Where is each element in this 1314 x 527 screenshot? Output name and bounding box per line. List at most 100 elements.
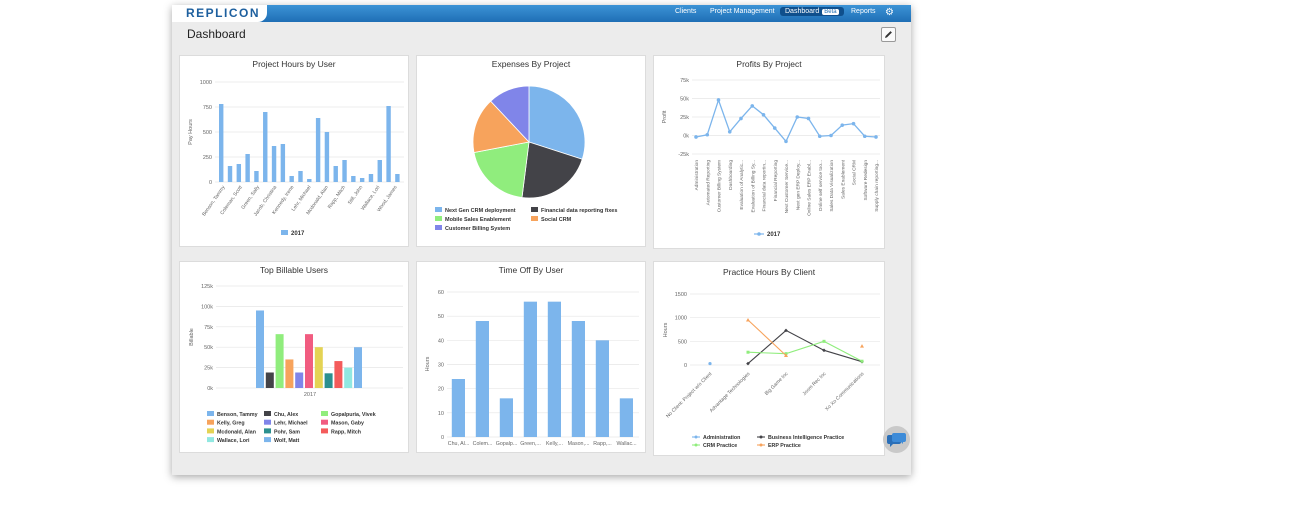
legend-label: ERP Practice <box>768 443 801 449</box>
bar <box>351 176 356 182</box>
nav-project-management[interactable]: Project Management <box>710 8 775 15</box>
bar <box>359 178 365 182</box>
bar <box>271 146 277 182</box>
x-tick-label: Online self service too... <box>818 160 824 211</box>
bar <box>236 164 242 182</box>
top-nav-bar: REPLICON Clients Project Management Dash… <box>172 5 911 22</box>
nav-clients[interactable]: Clients <box>675 8 696 15</box>
project-hours-card: Project Hours by User 0 250 500 750 1000 Pay … <box>179 55 409 247</box>
legend-swatch <box>207 419 214 425</box>
x-tick-label: Evaluation of Analytic... <box>739 160 745 210</box>
data-point <box>851 121 856 126</box>
nav-dashboard-label: Dashboard <box>785 8 820 15</box>
top-billable-chart: 0k 25k 50k 75k 100k 125k Billable 2017 Benson, T… <box>189 284 403 444</box>
expenses-card: Expenses By Project Next Gen CRM deploym… <box>416 55 646 247</box>
x-tick-label: Wallac... <box>616 441 636 447</box>
y-axis-title: Hours <box>425 356 431 371</box>
legend-label: Wolf, Matt <box>274 438 299 444</box>
bar <box>475 321 489 437</box>
x-tick-label: Financial data reportin... <box>762 160 768 211</box>
y-tick-label: 100k <box>201 304 213 310</box>
bar <box>219 104 224 182</box>
data-point <box>761 112 766 117</box>
legend-swatch <box>264 428 271 434</box>
x-tick-label: Next gen ERP Deploy... <box>795 160 801 210</box>
legend-label: Pohr, Sam <box>274 429 300 435</box>
y-axis-title: Profit <box>662 110 668 123</box>
legend-label: Customer Billing System <box>445 226 510 232</box>
bar <box>314 347 323 388</box>
legend-label: Next Gen CRM deployment <box>445 208 516 214</box>
legend-swatch <box>264 437 271 443</box>
x-tick-label: Still, John <box>347 185 364 206</box>
legend-label: Gopalpuria, Vivek <box>331 412 376 418</box>
data-point <box>694 135 698 139</box>
edit-dashboard-button[interactable] <box>881 27 896 42</box>
y-tick-label: 75k <box>204 325 213 331</box>
bar <box>285 359 294 388</box>
x-tick-label: Supply chain reporting... <box>874 160 880 212</box>
x-tick-label: Kelly,... <box>546 441 563 447</box>
x-tick-label: Next Customer Service... <box>784 160 790 213</box>
legend-label: Kelly, Greg <box>217 421 245 427</box>
legend-marker <box>694 435 698 439</box>
y-tick-label: 50k <box>680 97 689 103</box>
bar <box>368 174 374 182</box>
legend-swatch <box>531 207 538 212</box>
practice-hours-chart: 0 500 1000 1500 Hours No Client: Project w/o … <box>663 292 880 449</box>
bar <box>595 340 609 437</box>
x-tick-label: Joom Rec Inc <box>802 371 828 397</box>
legend-marker <box>759 435 763 439</box>
legend-label: CRM Practice <box>703 443 737 449</box>
x-tick-label: Rapp,... <box>593 441 612 447</box>
legend-swatch <box>435 216 442 221</box>
beta-badge: Beta <box>822 9 839 15</box>
x-tick-label: Gopalp... <box>496 441 518 447</box>
x-tick-label: Green,... <box>520 441 541 447</box>
legend-label: Wallace, Lori <box>217 438 250 444</box>
legend-label: Chu, Alex <box>274 412 298 418</box>
chat-button[interactable] <box>883 426 910 453</box>
y-tick-label: 500 <box>678 339 687 345</box>
legend-label: Financial data reporting fixes <box>541 208 617 214</box>
data-point <box>829 133 833 138</box>
x-tick-label: Sales Enablement <box>840 159 846 199</box>
x-tick-label: Xo Xo Communications <box>824 371 866 413</box>
y-tick-label: 20 <box>438 387 444 393</box>
y-axis-title: Hours <box>663 322 669 337</box>
y-tick-label: 750 <box>203 105 212 111</box>
y-tick-label: 10 <box>438 411 444 417</box>
expenses-pie-chart: Next Gen CRM deployment Financial data re… <box>435 85 617 232</box>
nav-reports[interactable]: Reports <box>851 8 876 15</box>
legend-label: Rapp, Mitch <box>331 429 361 435</box>
bar <box>245 154 250 182</box>
legend-swatch <box>207 428 214 434</box>
x-tick-label: Social CRM <box>852 160 858 185</box>
gear-icon[interactable]: ⚙ <box>885 7 894 19</box>
data-point <box>727 130 732 134</box>
x-tick-label: Chu, Al... <box>448 441 470 447</box>
bar <box>324 373 333 388</box>
chat-bubbles-icon <box>887 433 906 447</box>
bar <box>395 174 400 182</box>
profits-card: Profits By Project -25k 0k 25k 50k 75k Profit… <box>653 55 885 249</box>
replicon-logo[interactable]: REPLICON <box>172 5 267 22</box>
data-point <box>795 115 800 119</box>
y-axis-title: Pay Hours <box>188 119 194 145</box>
nav-dashboard[interactable]: Dashboard Beta <box>780 7 844 16</box>
y-tick-label: 0 <box>209 180 212 186</box>
bar <box>354 347 362 388</box>
bar <box>254 171 259 182</box>
x-tick-label: Mason,... <box>568 441 590 447</box>
y-tick-label: 1500 <box>675 292 687 298</box>
y-tick-label: 50k <box>204 345 213 351</box>
data-point <box>784 139 788 144</box>
bar <box>280 144 286 182</box>
bar <box>344 367 353 388</box>
bar <box>263 112 268 182</box>
data-point <box>862 134 867 139</box>
series-line <box>747 340 863 362</box>
x-tick-label: Sales Data Visualization <box>829 160 835 212</box>
series-line <box>747 319 787 356</box>
bar <box>256 310 264 388</box>
